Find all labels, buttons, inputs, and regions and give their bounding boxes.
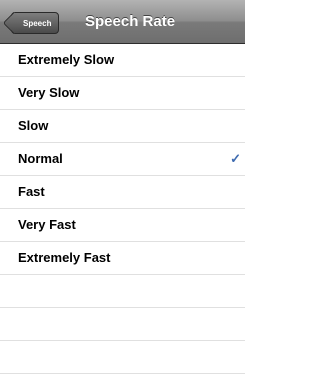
list-item-very-fast[interactable]: Very Fast xyxy=(0,209,245,242)
list-item-label: Very Slow xyxy=(18,85,80,100)
empty-row xyxy=(0,341,245,374)
list-item-slow[interactable]: Slow xyxy=(0,110,245,143)
list-item-label: Very Fast xyxy=(18,217,76,232)
navigation-bar: Speech Speech Rate xyxy=(0,0,245,44)
list-item-label: Slow xyxy=(18,118,49,133)
checkmark-icon: ✓ xyxy=(230,151,241,166)
back-button[interactable]: Speech xyxy=(11,12,60,34)
empty-row xyxy=(0,275,245,308)
list-item-label: Fast xyxy=(18,184,45,199)
list-item-extremely-slow[interactable]: Extremely Slow xyxy=(0,44,245,77)
list-item-extremely-fast[interactable]: Extremely Fast xyxy=(0,242,245,275)
list-item-fast[interactable]: Fast xyxy=(0,176,245,209)
speech-rate-list: Extremely Slow Very Slow Slow Normal ✓ F… xyxy=(0,44,245,374)
list-item-very-slow[interactable]: Very Slow xyxy=(0,77,245,110)
list-item-label: Normal xyxy=(18,151,63,166)
list-item-normal[interactable]: Normal ✓ xyxy=(0,143,245,176)
page-title: Speech Rate xyxy=(85,13,176,30)
back-button-label: Speech xyxy=(23,19,52,28)
list-item-label: Extremely Fast xyxy=(18,250,111,265)
list-item-label: Extremely Slow xyxy=(18,52,115,67)
empty-row xyxy=(0,308,245,341)
